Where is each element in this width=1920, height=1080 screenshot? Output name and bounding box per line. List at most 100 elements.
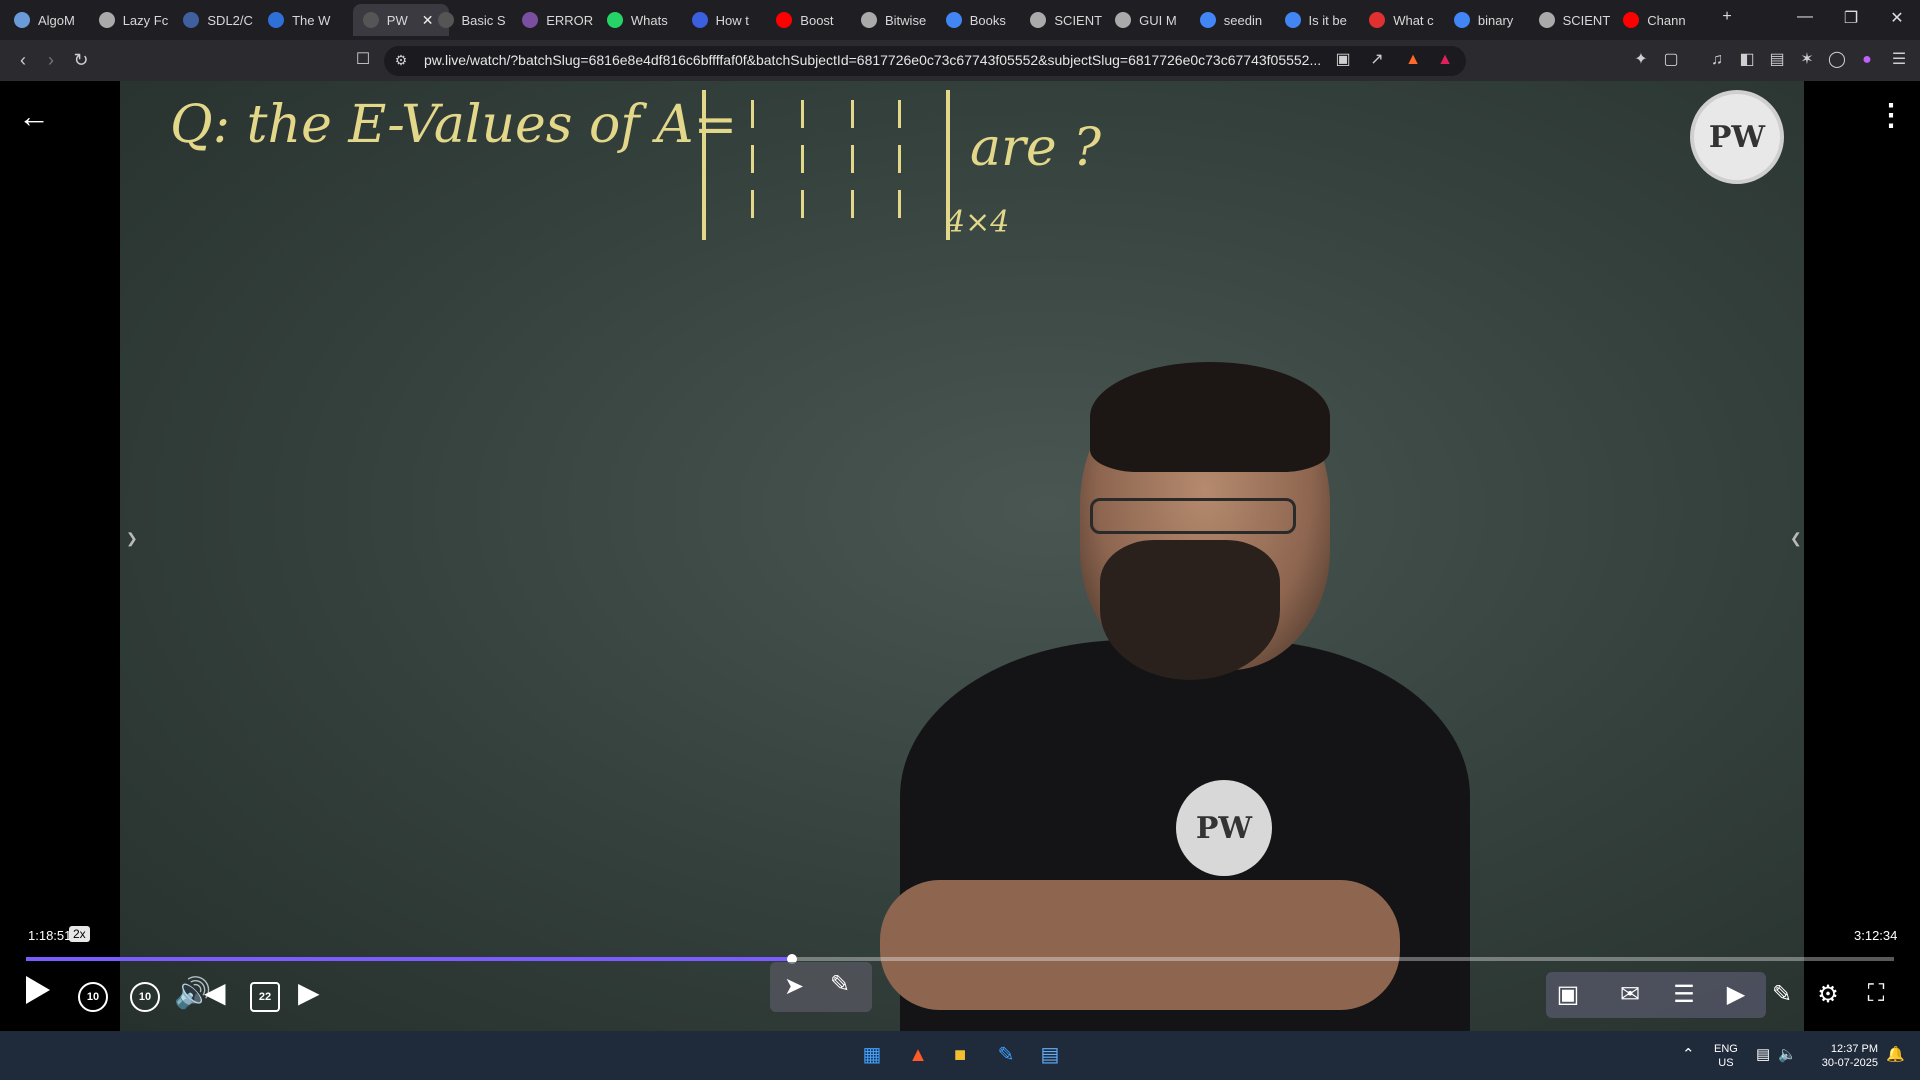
tab-0[interactable]: AlgoM [14, 4, 88, 36]
tab-label: Lazy Fc [122, 12, 169, 28]
tab-label: SCIENT [1054, 12, 1103, 28]
player-back-icon[interactable]: ← [18, 98, 50, 135]
site-info-icon[interactable]: ⚙ [390, 50, 412, 70]
tab-label: SDL2/C [207, 12, 253, 28]
picture-in-picture-icon[interactable]: ▶ [1720, 980, 1752, 1009]
close-tab-icon[interactable]: ✕ [422, 12, 434, 29]
editor-taskbar-icon[interactable]: ✎ [992, 1041, 1020, 1069]
new-tab-button[interactable]: + [1712, 8, 1742, 26]
tab-14[interactable]: seedin [1199, 4, 1274, 36]
tab-favicon-icon [1115, 12, 1132, 28]
pen-tool-icon[interactable]: ✎ [830, 970, 850, 999]
brave-rewards-icon[interactable]: ▲ [1434, 50, 1456, 70]
notepad-taskbar-icon[interactable]: ▤ [1036, 1041, 1064, 1069]
forward-10-icon[interactable]: 10 [130, 982, 160, 1012]
teacher-hair [1090, 362, 1330, 472]
vpn-icon[interactable]: ◯ [1826, 50, 1848, 70]
brave-taskbar-icon[interactable]: ▲ [904, 1041, 932, 1069]
system-clock[interactable]: 12:37 PM 30-07-2025 [1808, 1042, 1878, 1070]
language-indicator[interactable]: ENG US [1714, 1042, 1738, 1070]
previous-icon[interactable]: ◀ [204, 976, 226, 1009]
tab-10[interactable]: Bitwise [861, 4, 935, 36]
tab-favicon-icon [437, 12, 454, 28]
tab-15[interactable]: Is it be [1284, 4, 1359, 36]
tab-4[interactable]: PW ✕ [352, 4, 449, 36]
cast-icon[interactable]: ▣ [1332, 50, 1354, 70]
tab-favicon-icon [522, 12, 539, 28]
screenshot-icon[interactable]: ▢ [1660, 50, 1682, 70]
tab-19[interactable]: Chann [1623, 4, 1697, 36]
play-button[interactable] [26, 976, 50, 1004]
share-icon[interactable]: ↗ [1366, 50, 1388, 70]
tab-favicon-icon [183, 12, 200, 28]
tab-18[interactable]: SCIENT [1538, 4, 1613, 36]
tab-11[interactable]: Books [945, 4, 1020, 36]
image-icon[interactable]: ▣ [1552, 980, 1584, 1009]
left-panel-toggle-icon[interactable]: ❯ [126, 530, 138, 547]
teacher-arms [880, 880, 1400, 1010]
minimize-button[interactable]: — [1790, 8, 1820, 26]
progress-bar[interactable] [26, 954, 1894, 964]
fullscreen-icon[interactable]: ⛶ [1860, 980, 1892, 1008]
pw-logo: PW [1690, 90, 1784, 184]
restore-button[interactable]: ❐ [1836, 8, 1866, 28]
tray-chevron-icon[interactable]: ⌃ [1682, 1045, 1695, 1063]
rewind-10-icon[interactable]: 10 [78, 982, 108, 1012]
network-icon[interactable]: ▤ [1756, 1045, 1770, 1063]
close-window-button[interactable]: ✕ [1882, 8, 1912, 28]
notifications-icon[interactable]: 🔔 [1886, 1045, 1905, 1063]
tab-favicon-icon [691, 12, 708, 28]
tab-17[interactable]: binary [1453, 4, 1528, 36]
tab-label: GUI M [1139, 12, 1177, 28]
tab-label: Whats [630, 12, 668, 28]
sidebar-icon[interactable]: ◧ [1736, 50, 1758, 70]
tab-label: ERROR [546, 12, 594, 28]
bookmark-icon[interactable]: ☐ [352, 50, 374, 70]
more-options-icon[interactable]: ⋮ [1876, 98, 1906, 133]
tab-favicon-icon [1030, 12, 1047, 28]
right-panel-toggle-icon[interactable]: ❮ [1790, 530, 1802, 547]
brave-shield-icon[interactable]: ▲ [1402, 50, 1424, 70]
notes-count-icon[interactable]: 22 [250, 982, 280, 1012]
translate-icon[interactable]: ☰ [1668, 980, 1700, 1009]
chat-icon[interactable]: ✉ [1614, 980, 1646, 1009]
tab-label: AlgoM [38, 12, 75, 28]
tab-6[interactable]: ERROR [522, 4, 596, 36]
file-explorer-icon[interactable]: ■ [946, 1041, 974, 1069]
reload-icon[interactable]: ↻ [70, 50, 92, 70]
wallet-icon[interactable]: ▤ [1766, 50, 1788, 70]
tab-7[interactable]: Whats [606, 4, 681, 36]
media-icon[interactable]: ♫ [1706, 50, 1728, 70]
url-text[interactable]: pw.live/watch/?batchSlug=6816e8e4df816c6… [424, 52, 1324, 68]
notes-icon[interactable]: ✎ [1766, 980, 1798, 1009]
board-question-tail: are ? [970, 118, 1102, 178]
next-icon[interactable]: ▶ [298, 976, 320, 1009]
tab-13[interactable]: GUI M [1115, 4, 1189, 36]
settings-icon[interactable]: ⚙ [1812, 980, 1844, 1009]
tab-9[interactable]: Boost [776, 4, 850, 36]
forward-icon[interactable]: › [40, 50, 62, 70]
tab-label: binary [1477, 12, 1514, 28]
tab-2[interactable]: SDL2/C [183, 4, 257, 36]
speaker-icon[interactable]: 🔈 [1778, 1045, 1797, 1063]
tab-1[interactable]: Lazy Fc [98, 4, 173, 36]
tab-16[interactable]: What c [1369, 4, 1443, 36]
tab-label: The W [292, 12, 331, 28]
tab-12[interactable]: SCIENT [1030, 4, 1104, 36]
tab-5[interactable]: Basic S [437, 4, 512, 36]
tab-favicon-icon [98, 12, 115, 28]
total-time: 3:12:34 [1854, 928, 1898, 943]
tab-favicon-icon [1538, 12, 1555, 28]
extensions-icon[interactable]: ✦ [1630, 50, 1652, 70]
playback-speed-badge[interactable]: 2x [69, 926, 90, 942]
back-icon[interactable]: ‹ [12, 50, 34, 70]
tab-favicon-icon [1623, 12, 1640, 28]
menu-icon[interactable]: ☰ [1888, 50, 1910, 70]
start-icon[interactable]: ▦ [858, 1041, 886, 1069]
leo-ai-icon[interactable]: ✶ [1796, 50, 1818, 70]
tab-3[interactable]: The W [268, 4, 342, 36]
pointer-tool-icon[interactable]: ➤ [784, 972, 804, 1001]
tab-8[interactable]: How t [691, 4, 766, 36]
profile-icon[interactable]: ● [1856, 50, 1878, 70]
current-time: 1:18:51 [28, 928, 72, 943]
